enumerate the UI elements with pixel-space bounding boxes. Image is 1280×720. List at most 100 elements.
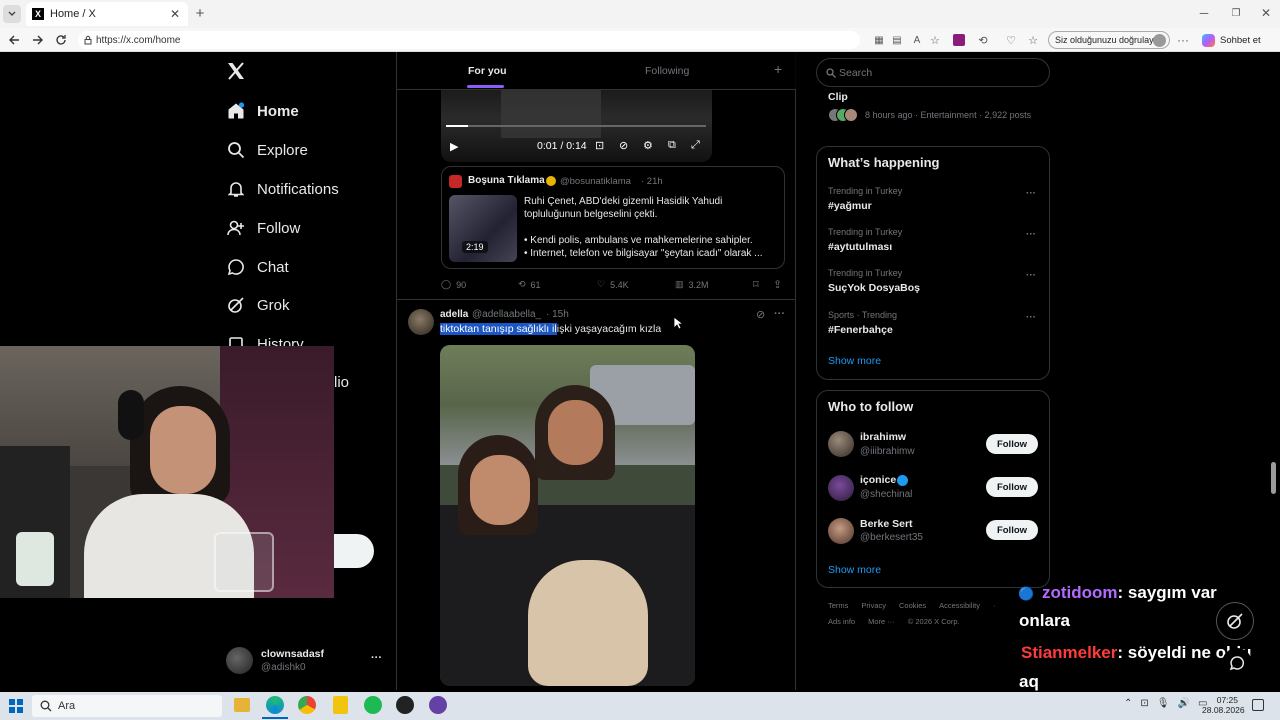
post-avatar[interactable] <box>408 309 434 335</box>
obs-icon[interactable] <box>396 696 414 714</box>
settings-icon[interactable]: ⚙ <box>643 139 653 152</box>
chrome-icon[interactable] <box>298 696 316 714</box>
video-progress-track[interactable] <box>446 125 706 127</box>
search-box[interactable]: Search <box>816 58 1050 87</box>
grok-post-icon[interactable]: ⊘ <box>756 308 765 321</box>
back-button[interactable] <box>6 32 22 48</box>
sidebar-item-notifications[interactable]: Notifications <box>226 177 339 201</box>
read-aloud-icon[interactable]: A <box>910 33 924 47</box>
sidebar-item-explore[interactable]: Explore <box>226 138 308 162</box>
user-avatar[interactable] <box>828 518 854 544</box>
sidebar-item-home[interactable]: Home <box>226 99 299 123</box>
volume-icon[interactable]: 🔊 <box>1177 698 1189 709</box>
edge-icon[interactable] <box>266 696 284 714</box>
post-more-icon[interactable]: ··· <box>774 308 785 320</box>
post-author-name[interactable]: adella <box>440 309 468 320</box>
trend-item[interactable]: Sports · Trending #Fenerbahçe ··· <box>828 310 1040 336</box>
follow-button[interactable]: Follow <box>986 477 1038 497</box>
trend-more-icon[interactable]: ··· <box>1026 229 1036 240</box>
views-button[interactable]: ▥ 3.2M <box>675 279 709 290</box>
picture-in-picture-icon[interactable]: ⧉ <box>668 139 676 152</box>
user-name[interactable]: ibrahimw <box>860 431 906 443</box>
user-name[interactable]: Berke Sert <box>860 518 913 530</box>
play-icon[interactable]: ▶ <box>450 140 458 153</box>
tray-app-icon[interactable]: ⊡ <box>1140 698 1148 709</box>
bookmark-icon[interactable]: ⌑ <box>753 278 759 291</box>
footer-more-link[interactable]: More ··· <box>868 617 895 626</box>
messages-fab[interactable] <box>1222 648 1252 678</box>
file-explorer-icon[interactable] <box>234 698 250 712</box>
fullscreen-icon[interactable]: ⤢ <box>691 139 700 152</box>
address-bar[interactable]: https://x.com/home <box>78 31 860 49</box>
follow-button[interactable]: Follow <box>986 434 1038 454</box>
performance-icon[interactable]: ♡ <box>1004 33 1018 47</box>
microphone-icon[interactable]: 🎙 <box>1157 698 1170 709</box>
user-name[interactable]: içonice <box>860 474 896 486</box>
footer-cookies-link[interactable]: Cookies <box>899 601 926 610</box>
discord-icon[interactable] <box>429 696 447 714</box>
mute-icon[interactable]: ⊘ <box>619 139 628 152</box>
tray-chevron-icon[interactable]: ⌃ <box>1124 698 1132 709</box>
minimize-button[interactable]: ─ <box>1196 5 1212 21</box>
favorite-star-icon[interactable]: ☆ <box>928 33 942 47</box>
trends-show-more-link[interactable]: Show more <box>828 355 881 367</box>
like-button[interactable]: ♡ 5.4K <box>597 279 629 290</box>
footer-ads-link[interactable]: Ads info <box>828 617 855 626</box>
follow-button[interactable]: Follow <box>986 520 1038 540</box>
post-image[interactable] <box>440 345 695 686</box>
extensions-puzzle-icon[interactable]: ⟲ <box>976 33 990 47</box>
collections-icon[interactable]: ☆ <box>1026 33 1040 47</box>
maximize-button[interactable]: ❐ <box>1228 5 1244 21</box>
x-logo[interactable] <box>226 61 246 83</box>
tab-following[interactable]: Following <box>645 65 689 77</box>
account-switcher[interactable]: clownsadasf @adishk0 ··· <box>226 646 386 676</box>
system-tray[interactable]: ⌃ ⊡ 🎙 🔊 ▭ <box>1124 698 1207 709</box>
close-window-button[interactable]: ✕ <box>1258 5 1274 21</box>
add-tab-icon[interactable]: + <box>774 61 782 77</box>
forward-button[interactable] <box>30 32 46 48</box>
footer-accessibility-link[interactable]: Accessibility <box>939 601 980 610</box>
video-player[interactable]: ▶ 0:01 / 0:14 ⊡ ⊘ ⚙ ⧉ ⤢ <box>441 90 712 162</box>
notification-center-icon[interactable] <box>1252 699 1264 711</box>
clip-title[interactable]: Clip <box>828 91 848 103</box>
footer-terms-link[interactable]: Terms <box>828 601 848 610</box>
who-show-more-link[interactable]: Show more <box>828 564 881 576</box>
extension-icon[interactable] <box>953 34 965 46</box>
footer-privacy-link[interactable]: Privacy <box>861 601 886 610</box>
sidebar-item-follow[interactable]: Follow <box>226 216 300 240</box>
captions-icon[interactable]: ⊡ <box>595 139 604 152</box>
tab-for-you[interactable]: For you <box>468 65 507 77</box>
share-icon[interactable]: ⇪ <box>773 278 782 291</box>
app-available-icon[interactable]: ▦ <box>872 33 886 47</box>
reader-icon[interactable]: ▤ <box>890 33 904 47</box>
trend-item[interactable]: Trending in Turkey SuçYok DosyaBoş ··· <box>828 268 1040 294</box>
copilot-button[interactable]: Sohbet et <box>1202 31 1261 49</box>
notes-icon[interactable] <box>333 696 348 714</box>
trend-item[interactable]: Trending in Turkey #yağmur ··· <box>828 186 1040 212</box>
trend-more-icon[interactable]: ··· <box>1026 312 1036 323</box>
settings-more-button[interactable]: ··· <box>1176 33 1190 47</box>
post-author-handle[interactable]: @adellaabella_ <box>472 309 541 320</box>
trend-more-icon[interactable]: ··· <box>1026 270 1036 281</box>
sidebar-item-chat[interactable]: Chat <box>226 255 289 279</box>
repost-button[interactable]: ⟲ 61 <box>518 279 541 290</box>
profile-verify-button[interactable]: Siz olduğunuzu doğrulayın <box>1048 31 1170 49</box>
account-more-icon[interactable]: ··· <box>371 652 382 664</box>
refresh-button[interactable] <box>53 32 69 48</box>
grok-fab[interactable] <box>1216 602 1254 640</box>
user-avatar[interactable] <box>828 431 854 457</box>
scrollbar-thumb[interactable] <box>1271 462 1276 494</box>
tab-actions-button[interactable] <box>3 5 21 23</box>
clock[interactable]: 07:25 28.08.2026 <box>1202 695 1245 715</box>
spotify-icon[interactable] <box>364 696 382 714</box>
user-avatar[interactable] <box>828 475 854 501</box>
browser-tab[interactable]: X Home / X ✕ <box>26 2 188 26</box>
start-button[interactable] <box>9 699 23 713</box>
trend-item[interactable]: Trending in Turkey #aytutulması ··· <box>828 227 1040 253</box>
sidebar-item-grok[interactable]: Grok <box>226 293 290 317</box>
page-scrollbar[interactable] <box>1268 52 1280 690</box>
post-button[interactable] <box>330 534 374 568</box>
close-tab-icon[interactable]: ✕ <box>170 7 180 21</box>
quoted-post[interactable]: Boşuna Tıklama @bosunatiklama · 21h 2:19… <box>441 166 785 269</box>
new-tab-button[interactable]: + <box>192 5 208 22</box>
